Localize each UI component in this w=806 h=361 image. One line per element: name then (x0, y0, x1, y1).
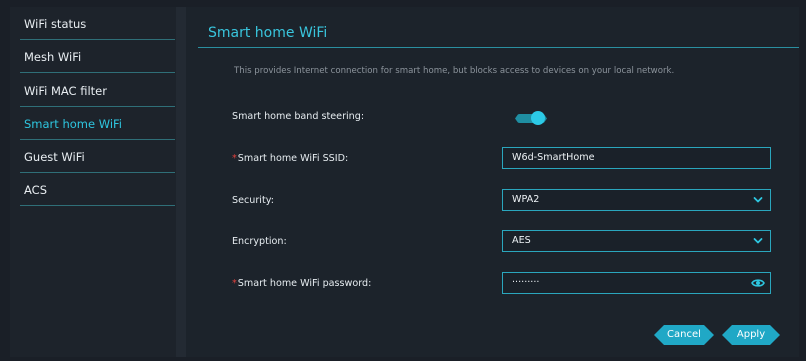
password-label-text: Smart home WiFi password: (237, 278, 372, 289)
sidebar: WiFi status Mesh WiFi WiFi MAC filter Sm… (10, 7, 176, 357)
security-label: Security: (232, 195, 274, 206)
title-divider (198, 47, 799, 48)
app-frame: WiFi status Mesh WiFi WiFi MAC filter Sm… (10, 7, 799, 357)
band-steering-label: Smart home band steering: (232, 111, 365, 122)
required-mark: * (232, 153, 237, 164)
sidebar-item-guest-wifi[interactable]: Guest WiFi (20, 141, 175, 173)
password-label: *Smart home WiFi password: (232, 278, 371, 289)
sidebar-item-mesh-wifi[interactable]: Mesh WiFi (20, 41, 175, 73)
sidebar-item-wifi-mac-filter[interactable]: WiFi MAC filter (20, 75, 175, 107)
security-select[interactable]: WPA2 (502, 189, 771, 211)
encryption-value: AES (512, 235, 531, 246)
ssid-value: W6d-SmartHome (512, 152, 595, 163)
encryption-label: Encryption: (232, 236, 287, 247)
ssid-label: *Smart home WiFi SSID: (232, 153, 348, 164)
password-input[interactable]: ········· (502, 272, 771, 294)
password-value: ········· (512, 277, 540, 288)
chevron-down-icon (753, 238, 763, 244)
sidebar-item-acs[interactable]: ACS (20, 174, 175, 206)
band-steering-toggle[interactable] (515, 111, 547, 125)
page-title: Smart home WiFi (208, 25, 328, 41)
chevron-down-icon (753, 197, 763, 203)
ssid-input[interactable]: W6d-SmartHome (502, 147, 771, 169)
security-value: WPA2 (512, 194, 540, 205)
cancel-button[interactable]: Cancel (654, 325, 714, 345)
required-mark: * (232, 278, 237, 289)
sidebar-item-smart-home-wifi[interactable]: Smart home WiFi (20, 108, 175, 140)
eye-icon[interactable] (751, 277, 765, 289)
page-description: This provides Internet connection for sm… (234, 66, 675, 76)
apply-button[interactable]: Apply (722, 325, 780, 345)
sidebar-item-wifi-status[interactable]: WiFi status (20, 8, 175, 40)
toggle-knob (531, 111, 545, 125)
ssid-label-text: Smart home WiFi SSID: (237, 153, 349, 164)
settings-panel: Smart home WiFi This provides Internet c… (186, 7, 799, 357)
encryption-select[interactable]: AES (502, 230, 771, 252)
